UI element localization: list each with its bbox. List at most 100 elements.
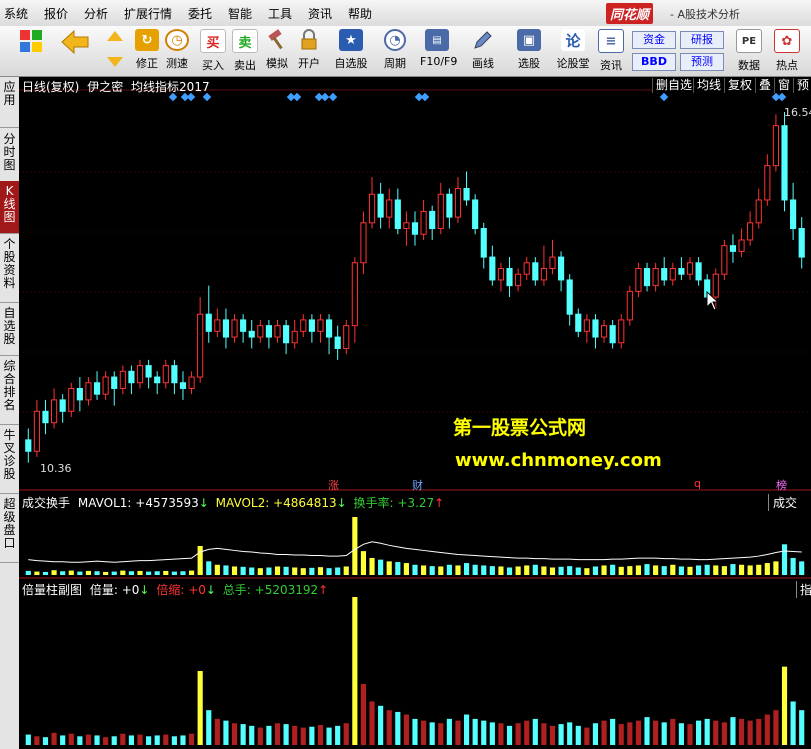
volume-panel-name: 成交换手 bbox=[22, 496, 71, 510]
refresh-icon: ↻ bbox=[135, 29, 159, 51]
toolbar-btn-2[interactable]: 买 买入 bbox=[196, 29, 230, 75]
tab-apps[interactable]: 应用 bbox=[0, 77, 19, 128]
candle-body bbox=[635, 268, 642, 292]
signal-diamond bbox=[777, 92, 787, 102]
candle-body bbox=[68, 387, 75, 412]
bottom-bar bbox=[94, 735, 100, 745]
menu-item-news[interactable]: 资讯 bbox=[308, 5, 332, 22]
toolbar-fund-button[interactable]: 资金 bbox=[632, 31, 676, 49]
menu-item-tools[interactable]: 工具 bbox=[268, 5, 292, 22]
volume-tab-button[interactable]: 成交 bbox=[768, 494, 797, 511]
bottom-bar bbox=[696, 720, 702, 745]
menu-item-help[interactable]: 帮助 bbox=[348, 5, 372, 22]
toolbar-bbd-button[interactable]: BBD bbox=[632, 53, 676, 71]
tab-intraday[interactable]: 分时图 bbox=[0, 129, 19, 182]
bottom-bar bbox=[455, 720, 461, 745]
signal-diamond bbox=[420, 92, 430, 102]
volume-bar bbox=[395, 562, 401, 575]
toolbar-btn-9[interactable]: 画线 bbox=[466, 29, 500, 75]
event-marker-up[interactable]: 涨 bbox=[328, 477, 339, 493]
menu-item-analyze[interactable]: 分析 bbox=[84, 5, 108, 22]
bottom-bar bbox=[446, 718, 452, 745]
volume-bar bbox=[455, 565, 461, 575]
candle-body bbox=[695, 262, 702, 281]
event-marker-finance[interactable]: 财 bbox=[412, 477, 423, 493]
volume-bar bbox=[249, 567, 255, 575]
overlay-button[interactable]: 叠 bbox=[755, 78, 775, 93]
toolbar-btn-12[interactable]: ≡ 资讯 bbox=[594, 29, 628, 75]
toolbar-forecast-button[interactable]: 预测 bbox=[680, 53, 724, 71]
window-button[interactable]: 窗 bbox=[774, 78, 794, 93]
bottom-bar bbox=[610, 718, 616, 745]
tab-stock-info[interactable]: 个股资料 bbox=[0, 234, 19, 303]
bottom-bar bbox=[644, 717, 650, 745]
candle-body bbox=[523, 262, 530, 275]
event-marker-rank[interactable]: 榜 bbox=[776, 477, 787, 493]
menu-item-quote[interactable]: 报价 bbox=[44, 5, 68, 22]
toolbar-btn-3[interactable]: 卖 卖出 bbox=[228, 29, 262, 75]
volume-bar bbox=[721, 566, 727, 575]
candle-body bbox=[643, 268, 651, 287]
tab-watchlist[interactable]: 自选股 bbox=[0, 303, 19, 356]
turnover-label: 换手率: bbox=[353, 496, 394, 510]
bottom-bar bbox=[257, 727, 263, 745]
volume-bar bbox=[326, 568, 332, 575]
candle-body bbox=[515, 273, 522, 287]
b2-label: 倍缩: bbox=[156, 583, 185, 597]
toolbar: ↻ 修正 ◷ 测速 买 买入 卖 卖出 模拟 开户 ★ 自选股 ◔ 周期 ▤ F… bbox=[0, 26, 811, 77]
volume-bar bbox=[360, 551, 367, 575]
candle-body bbox=[420, 210, 427, 235]
tab-super-tape[interactable]: 超级盘口 bbox=[0, 494, 19, 563]
volume-bar bbox=[541, 566, 547, 575]
bottom-bar bbox=[687, 724, 693, 745]
toolbar-btn-10[interactable]: ▣ 选股 bbox=[512, 29, 546, 75]
toolbar-btn-0[interactable]: ↻ 修正 bbox=[130, 29, 164, 75]
tab-ranking[interactable]: 综合排名 bbox=[0, 356, 19, 425]
adjust-button[interactable]: 复权 bbox=[724, 78, 756, 93]
menu-item-ext[interactable]: 扩展行情 bbox=[124, 5, 172, 22]
toolbar-btn-7[interactable]: ◔ 周期 bbox=[378, 29, 412, 75]
bottom-bar bbox=[747, 720, 753, 745]
toolbar-btn-11[interactable]: 论 论股堂 bbox=[556, 29, 590, 75]
volume-bar bbox=[154, 571, 160, 575]
toolbar-btn-6[interactable]: ★ 自选股 bbox=[334, 29, 368, 75]
bottom-bar bbox=[111, 736, 117, 745]
toolbar-updown-icon[interactable] bbox=[98, 29, 132, 75]
indicator-name-label: 均线指标2017 bbox=[131, 80, 210, 94]
volume-bar bbox=[567, 566, 573, 575]
candle-body bbox=[738, 239, 745, 252]
toolbar-btn-1[interactable]: ◷ 测速 bbox=[160, 29, 194, 75]
tab-diagnosis[interactable]: 牛叉诊股 bbox=[0, 425, 19, 494]
toolbar-btn-13[interactable]: PE 数据 bbox=[732, 29, 766, 75]
toolbar-windows-icon[interactable] bbox=[14, 29, 48, 75]
volume-bar bbox=[670, 564, 676, 575]
volume-bar bbox=[515, 566, 521, 575]
ma-button[interactable]: 均线 bbox=[693, 78, 725, 93]
chart-area[interactable] bbox=[19, 77, 811, 749]
toolbar-back-icon[interactable] bbox=[58, 29, 92, 75]
toolbar-btn-14[interactable]: ✿ 热点 bbox=[770, 29, 804, 75]
volume-bar bbox=[257, 568, 263, 575]
menu-item-smart[interactable]: 智能 bbox=[228, 5, 252, 22]
volume-bar bbox=[266, 567, 272, 575]
candle-body bbox=[686, 262, 694, 275]
indicator-tab-button[interactable]: 指 bbox=[796, 581, 811, 598]
candle-body bbox=[446, 193, 453, 218]
forecast-button[interactable]: 预 bbox=[793, 78, 811, 93]
toolbar-btn-8[interactable]: ▤ F10/F9 bbox=[420, 29, 457, 75]
candle-body bbox=[394, 199, 401, 230]
candle-body bbox=[343, 325, 350, 349]
bottom-bar bbox=[283, 724, 289, 745]
menu-item-system[interactable]: 系统 bbox=[4, 5, 28, 22]
period-icon: ◔ bbox=[384, 29, 406, 51]
bottom-bar bbox=[601, 720, 607, 745]
toolbar-btn-5[interactable]: 开户 bbox=[292, 29, 326, 75]
bottom-bar bbox=[180, 735, 186, 745]
toolbar-btn-4[interactable]: 模拟 bbox=[260, 29, 294, 75]
chart-canvas[interactable] bbox=[19, 77, 811, 749]
remove-watchlist-button[interactable]: 删自选 bbox=[652, 78, 696, 93]
menu-item-trade[interactable]: 委托 bbox=[188, 5, 212, 22]
toolbar-report-button[interactable]: 研报 bbox=[680, 31, 724, 49]
tab-kline[interactable]: K线图 bbox=[0, 181, 19, 234]
event-marker-q[interactable]: q bbox=[694, 477, 701, 490]
